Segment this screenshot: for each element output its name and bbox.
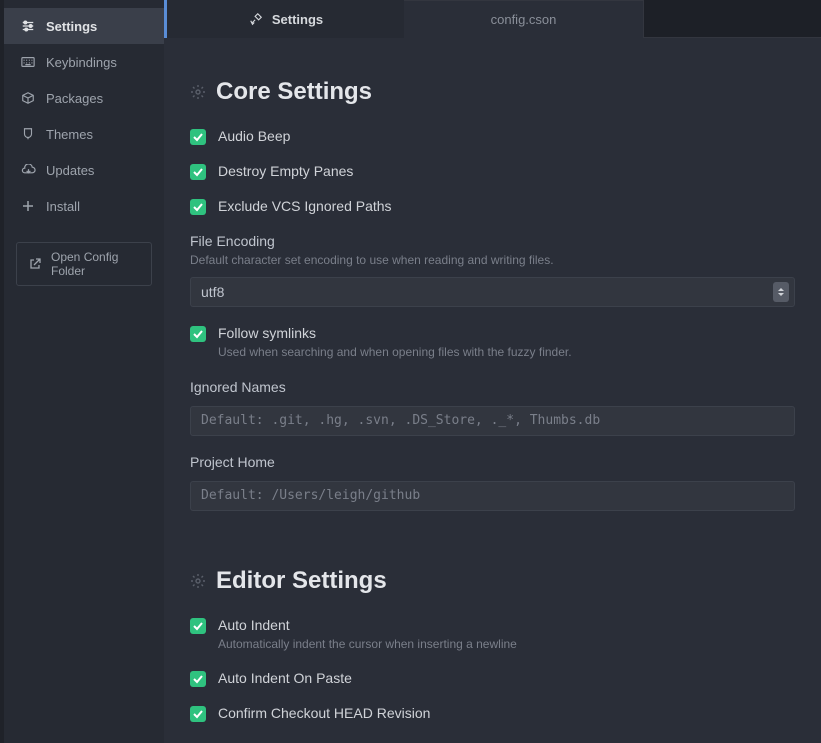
link-external-icon <box>27 256 43 272</box>
gear-icon <box>190 84 206 100</box>
sidebar-item-label: Settings <box>46 19 97 34</box>
gear-icon <box>190 573 206 589</box>
auto-indent-checkbox[interactable] <box>190 618 206 634</box>
file-encoding-select[interactable]: utf8 <box>190 277 795 307</box>
audio-beep-control: Audio Beep <box>190 128 795 145</box>
package-icon <box>20 90 36 106</box>
sidebar-item-updates[interactable]: Updates <box>4 152 164 188</box>
cloud-download-icon <box>20 162 36 178</box>
confirm-checkout-label[interactable]: Confirm Checkout HEAD Revision <box>218 705 430 721</box>
sidebar-item-label: Themes <box>46 127 93 142</box>
tools-icon <box>248 11 264 27</box>
section-title: Core Settings <box>216 78 372 106</box>
open-config-label: Open Config Folder <box>51 250 141 278</box>
auto-indent-label[interactable]: Auto Indent <box>218 617 517 633</box>
confirm-checkout-control: Confirm Checkout HEAD Revision <box>190 705 795 722</box>
sidebar-item-themes[interactable]: Themes <box>4 116 164 152</box>
auto-indent-control: Auto Indent Automatically indent the cur… <box>190 617 795 653</box>
follow-symlinks-control: Follow symlinks Used when searching and … <box>190 325 795 361</box>
tab-label: Settings <box>272 12 323 27</box>
sidebar-item-label: Install <box>46 199 80 214</box>
main: Settings config.cson Core Settings <box>164 0 821 743</box>
section-header: Editor Settings <box>190 567 795 595</box>
sidebar-item-install[interactable]: Install <box>4 188 164 224</box>
destroy-empty-panes-label[interactable]: Destroy Empty Panes <box>218 163 353 179</box>
editor-settings-section: Editor Settings Auto Indent Automaticall… <box>190 567 795 723</box>
section-title: Editor Settings <box>216 567 387 595</box>
sidebar: Settings Keybindings Packages Themes Upd <box>4 0 164 743</box>
sidebar-item-label: Keybindings <box>46 55 117 70</box>
select-caret-icon <box>773 282 789 302</box>
auto-indent-on-paste-label[interactable]: Auto Indent On Paste <box>218 670 352 686</box>
follow-symlinks-checkbox[interactable] <box>190 326 206 342</box>
destroy-empty-panes-control: Destroy Empty Panes <box>190 163 795 180</box>
sidebar-item-label: Updates <box>46 163 94 178</box>
file-encoding-help: Default character set encoding to use wh… <box>190 252 795 269</box>
destroy-empty-panes-checkbox[interactable] <box>190 164 206 180</box>
audio-beep-checkbox[interactable] <box>190 129 206 145</box>
ignored-names-input[interactable] <box>190 406 795 436</box>
sidebar-item-label: Packages <box>46 91 103 106</box>
auto-indent-on-paste-checkbox[interactable] <box>190 671 206 687</box>
open-config-folder-button[interactable]: Open Config Folder <box>16 242 152 286</box>
follow-symlinks-label[interactable]: Follow symlinks <box>218 325 572 341</box>
sidebar-list: Settings Keybindings Packages Themes Upd <box>4 0 164 232</box>
file-encoding-control: File Encoding Default character set enco… <box>190 233 795 307</box>
file-encoding-value: utf8 <box>201 284 224 300</box>
ignored-names-control: Ignored Names <box>190 379 795 436</box>
file-encoding-label: File Encoding <box>190 233 795 249</box>
follow-symlinks-help: Used when searching and when opening fil… <box>218 344 572 361</box>
project-home-control: Project Home <box>190 454 795 511</box>
auto-indent-on-paste-control: Auto Indent On Paste <box>190 670 795 687</box>
sidebar-item-settings[interactable]: Settings <box>4 8 164 44</box>
tab-label: config.cson <box>491 12 557 27</box>
core-settings-section: Core Settings Audio Beep <box>190 78 795 511</box>
exclude-vcs-control: Exclude VCS Ignored Paths <box>190 198 795 215</box>
tab-config[interactable]: config.cson <box>404 0 644 38</box>
confirm-checkout-checkbox[interactable] <box>190 706 206 722</box>
plus-icon <box>20 198 36 214</box>
project-home-input[interactable] <box>190 481 795 511</box>
tab-spacer <box>644 0 821 38</box>
tab-settings[interactable]: Settings <box>164 0 404 38</box>
project-home-label: Project Home <box>190 454 795 470</box>
keyboard-icon <box>20 54 36 70</box>
auto-indent-help: Automatically indent the cursor when ins… <box>218 636 517 653</box>
tab-bar: Settings config.cson <box>164 0 821 38</box>
ignored-names-label: Ignored Names <box>190 379 795 395</box>
sidebar-item-packages[interactable]: Packages <box>4 80 164 116</box>
section-header: Core Settings <box>190 78 795 106</box>
exclude-vcs-label[interactable]: Exclude VCS Ignored Paths <box>218 198 392 214</box>
exclude-vcs-checkbox[interactable] <box>190 199 206 215</box>
content[interactable]: Core Settings Audio Beep <box>164 38 821 743</box>
sliders-icon <box>20 18 36 34</box>
sidebar-item-keybindings[interactable]: Keybindings <box>4 44 164 80</box>
paintcan-icon <box>20 126 36 142</box>
audio-beep-label[interactable]: Audio Beep <box>218 128 290 144</box>
open-config-wrap: Open Config Folder <box>4 232 164 296</box>
